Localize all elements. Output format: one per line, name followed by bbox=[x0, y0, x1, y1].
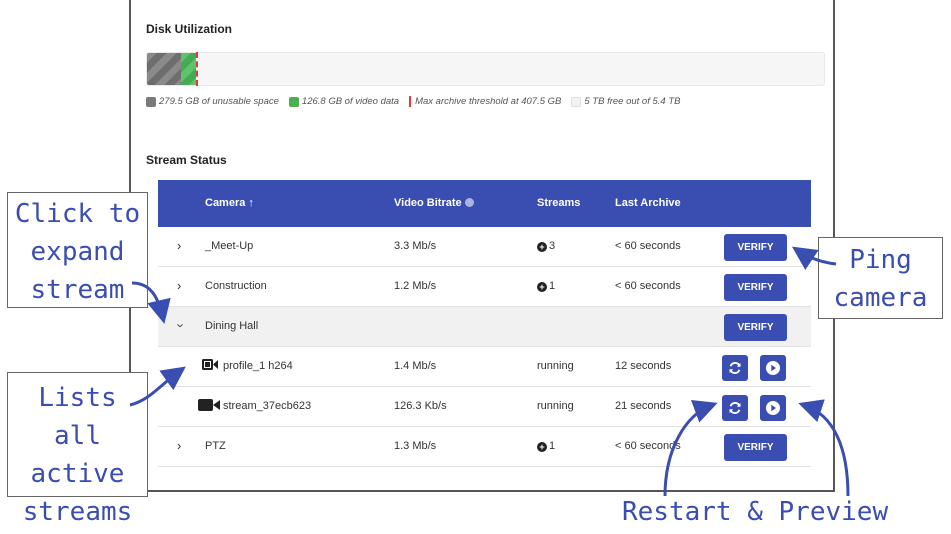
arrow-preview bbox=[798, 399, 850, 497]
arrow-expand bbox=[131, 281, 171, 324]
arrow-lists bbox=[129, 366, 186, 407]
annotation-arrows bbox=[129, 246, 850, 497]
arrow-restart bbox=[663, 400, 718, 497]
arrow-ping bbox=[792, 246, 837, 270]
